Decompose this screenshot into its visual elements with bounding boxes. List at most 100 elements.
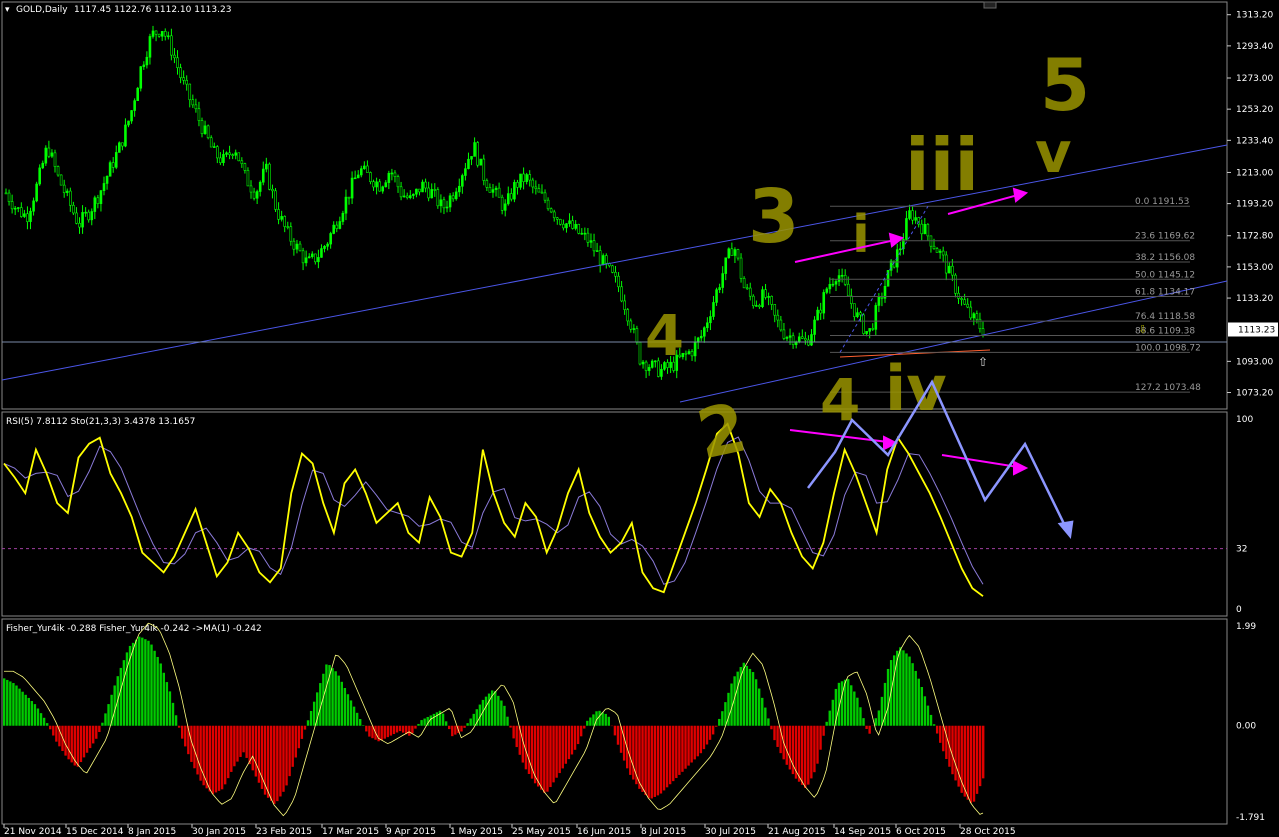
candle-body [384,182,388,188]
fisher-bar [503,705,506,726]
fisher-bar [279,725,282,797]
fisher-bar [6,679,9,726]
fisher-panel-frame [1,618,1228,825]
candle-body [277,209,280,220]
fisher-bar [448,725,451,730]
price-tick-label: 1253.20 [1236,105,1273,115]
candle-body [234,152,238,156]
candle-body [212,146,216,148]
candle-body [268,163,271,190]
fisher-bar [325,664,328,726]
candle-body [121,142,124,147]
candle-body [534,186,538,189]
fisher-bar [917,678,920,726]
fisher-bar [312,701,316,726]
candle-body [748,287,752,297]
candle-body [638,342,642,365]
candle-body [381,186,385,192]
candle-body [418,188,421,193]
candle-body [761,289,764,308]
fisher-bar [923,696,927,726]
candle-body [776,314,780,321]
fisher-bar [444,721,448,726]
candle-body [359,168,363,176]
title-arrow-icon[interactable]: ▾ [5,5,10,15]
fisher-bar [233,725,236,767]
fib-marker-icon: ⇩ [1138,323,1147,336]
candle-body [926,224,930,237]
price-tick-label: 1133.20 [1236,294,1273,304]
candle-body [709,316,712,324]
fisher-bar [629,725,632,775]
fisher-bar [343,688,347,726]
candle-body [810,334,813,346]
fisher-bar [828,710,831,726]
fisher-bar [718,718,721,726]
candle-body [595,250,599,252]
candle-body [286,226,290,228]
time-tick-label: 21 Aug 2015 [768,827,826,837]
fisher-bar [546,725,549,792]
candle-body [941,250,945,256]
fisher-bar [831,699,835,726]
fisher-bar [914,670,917,726]
candle-body [139,66,143,89]
candle-body [525,174,528,182]
fisher-bar [435,712,439,726]
fisher-bar [420,720,423,726]
candle-body [629,320,633,330]
candle-body [837,275,841,282]
candle-body [583,232,587,235]
fisher-bar [168,691,172,726]
fisher-bar [552,725,555,783]
candle-body [641,361,645,365]
candle-body [954,274,957,294]
fisher-bar [751,672,755,726]
fisher-bar [423,718,426,726]
candle-body [733,249,737,256]
fisher-bar [177,725,181,728]
fisher-bar [942,725,945,752]
fisher-bar [555,725,558,778]
candle-body [295,243,299,250]
price-candles [4,25,985,380]
fisher-bar [721,711,724,726]
fisher-bar [3,678,6,726]
stoch-line [3,436,984,585]
fisher-bar [309,710,313,726]
fisher-bar [963,725,966,797]
fisher-bar [785,725,788,765]
candle-body [706,322,709,329]
candle-body [479,158,483,166]
fisher-bar [770,725,773,730]
fisher-bar [586,720,589,726]
candle-body [807,339,810,346]
candle-body [853,303,856,317]
fisher-bar [748,668,752,726]
candle-body [415,188,418,195]
candle-body [546,199,550,210]
fisher-bar [334,671,337,726]
candle-body [23,213,26,217]
fisher-bar [819,725,822,750]
fisher-bar [579,725,583,737]
fisher-bar [454,725,457,735]
candle-body [310,253,314,257]
candle-body [506,193,510,205]
candle-body [145,56,149,66]
candle-body [773,304,777,316]
candle-body [261,168,265,183]
fisher-bar [776,725,779,747]
candle-body [228,152,231,155]
candle-body [601,255,605,266]
fisher-bar [331,668,334,726]
fisher-bar [469,718,472,726]
fisher-bar [816,725,819,764]
fisher-bar [411,725,414,734]
buy-arrow-icon: ⇧ [978,355,988,369]
candle-body [173,54,176,59]
fisher-bar [67,725,70,760]
fisher-bar [665,725,669,788]
close-panel-button[interactable] [983,1,997,9]
candle-body [693,342,697,357]
